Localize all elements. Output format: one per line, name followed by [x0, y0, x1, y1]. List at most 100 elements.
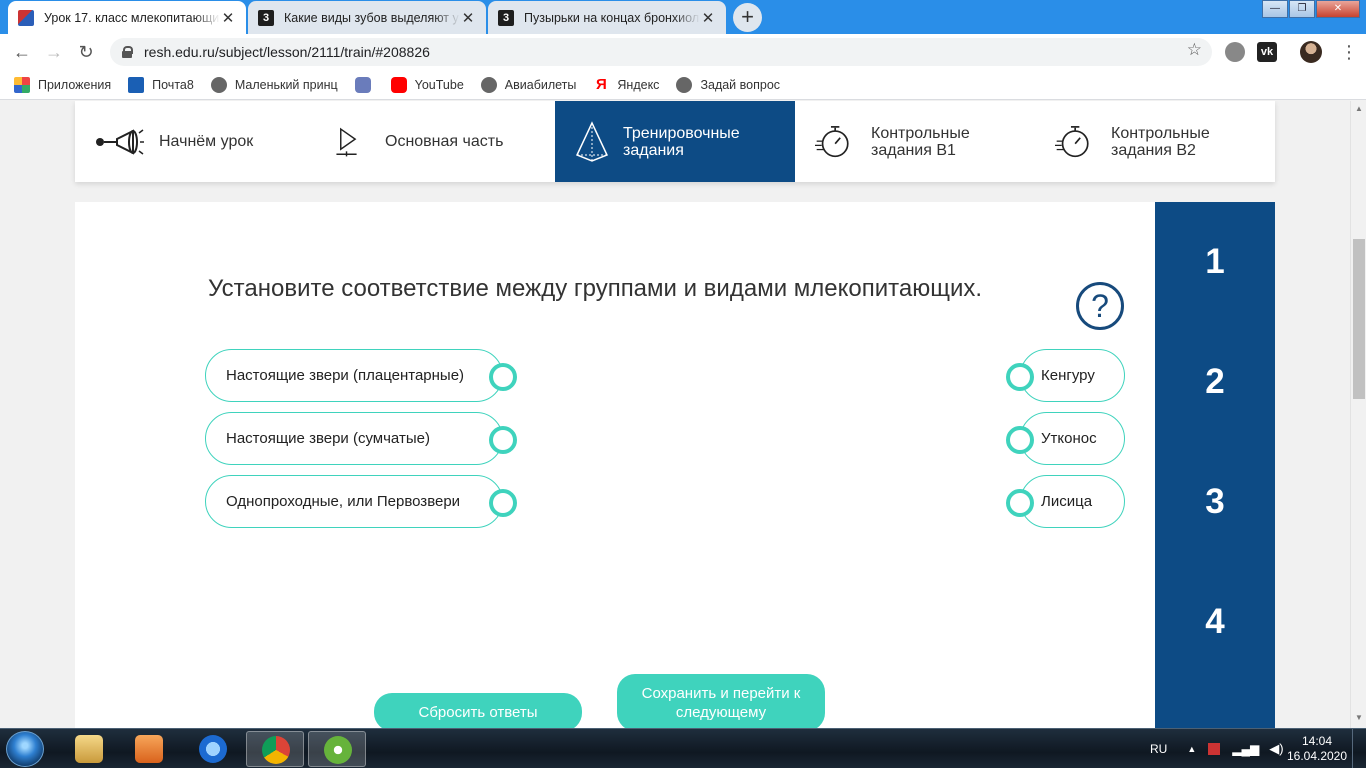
tab-title: Урок 17. класс млекопитающие [44, 10, 220, 25]
profile-avatar[interactable] [1300, 41, 1322, 63]
match-right-item[interactable]: Лисица [1020, 475, 1125, 528]
browser-toolbar: ← → ↻ resh.edu.ru/subject/lesson/2111/tr… [0, 34, 1366, 70]
clock-time: 14:04 [1301, 734, 1333, 748]
vk-icon[interactable]: vk [1257, 42, 1277, 62]
chrome-icon [262, 736, 290, 764]
globe-icon [480, 76, 497, 93]
bookmark-yandex[interactable]: Я Яндекс [593, 75, 659, 93]
nav-training-tasks[interactable]: Тренировочные задания [555, 101, 795, 182]
bookmark-ask-question[interactable]: Задай вопрос [676, 76, 780, 93]
stopwatch-icon [815, 125, 849, 157]
mail-icon [128, 76, 145, 93]
reload-icon[interactable]: ↻ [74, 40, 98, 64]
nav-control-tasks-b1[interactable]: Контрольные задания В1 [795, 101, 1035, 182]
bookmark-messages[interactable] [354, 76, 379, 93]
chat-icon [354, 76, 371, 93]
play-icon [336, 127, 357, 156]
nav-main-part[interactable]: Основная часть [315, 101, 555, 182]
folder-icon [75, 735, 103, 763]
bookmark-little-prince[interactable]: Маленький принц [210, 76, 338, 93]
maximize-button[interactable]: ❐ [1289, 0, 1315, 18]
stopwatch-icon [1055, 125, 1089, 157]
language-indicator[interactable]: RU [1150, 742, 1167, 756]
close-tab-icon[interactable]: ✕ [700, 9, 716, 27]
minimize-button[interactable]: — [1262, 0, 1288, 18]
new-tab-button[interactable]: + [733, 3, 762, 32]
action-center-icon[interactable] [1208, 743, 1221, 755]
system-tray: RU ▲ ▂▄▆ ◀) [1150, 729, 1284, 768]
save-and-next-button[interactable]: Сохранить и перейти к следующему [617, 674, 825, 728]
znanija-icon: 3 [258, 9, 274, 26]
step-3[interactable]: 3 [1155, 482, 1275, 522]
bookmark-youtube[interactable]: YouTube [390, 76, 464, 93]
lock-icon [122, 46, 133, 58]
znanija-icon: 3 [498, 9, 514, 26]
page-content: Начнём урок Основная часть Тренировочные… [0, 101, 1350, 728]
nav-start-lesson[interactable]: Начнём урок [75, 101, 315, 182]
close-window-button[interactable]: ✕ [1316, 0, 1360, 18]
start-button[interactable] [6, 731, 44, 767]
match-left-connector[interactable] [489, 363, 517, 391]
tab-bronchioles-question[interactable]: 3 Пузырьки на концах бронхиол ✕ [488, 1, 726, 34]
tab-title: Пузырьки на концах бронхиол [524, 10, 700, 25]
scrollbar-thumb[interactable] [1353, 239, 1365, 399]
match-right-connector[interactable] [1006, 363, 1034, 391]
page-scrollbar[interactable]: ▲ ▼ [1350, 101, 1366, 728]
taskbar-internet-explorer[interactable] [184, 731, 242, 767]
task-question: Установите соответствие между группами и… [208, 275, 983, 302]
match-left-item[interactable]: Однопроходные, или Первозвери [205, 475, 503, 528]
match-right-connector[interactable] [1006, 489, 1034, 517]
back-arrow-icon[interactable]: ← [10, 40, 34, 64]
extension-icon[interactable] [1225, 42, 1245, 62]
bookmark-apps[interactable]: Приложения [14, 76, 111, 93]
bookmark-flights[interactable]: Авиабилеты [480, 76, 576, 93]
pyramid-icon [575, 120, 609, 162]
reset-answers-button[interactable]: Сбросить ответы [374, 693, 582, 728]
close-tab-icon[interactable]: ✕ [460, 9, 476, 27]
match-left-connector[interactable] [489, 426, 517, 454]
window-controls: — ❐ ✕ [1261, 0, 1360, 18]
match-right-item[interactable]: Утконос [1020, 412, 1125, 465]
clock[interactable]: 14:04 16.04.2020 [1286, 734, 1348, 764]
tab-lesson-17[interactable]: Урок 17. класс млекопитающие ✕ [8, 1, 246, 34]
address-bar[interactable]: resh.edu.ru/subject/lesson/2111/train/#2… [110, 38, 1212, 66]
network-icon[interactable]: ▂▄▆ [1232, 742, 1259, 756]
yandex-icon: Я [596, 75, 607, 93]
scroll-down-icon[interactable]: ▼ [1355, 713, 1363, 722]
step-4[interactable]: 4 [1155, 602, 1275, 642]
tab-teeth-question[interactable]: 3 Какие виды зубов выделяют у м ✕ [248, 1, 486, 34]
step-1[interactable]: 1 [1155, 242, 1275, 282]
match-right-item[interactable]: Кенгуру [1020, 349, 1125, 402]
scroll-up-icon[interactable]: ▲ [1355, 104, 1363, 113]
utorrent-icon [324, 736, 352, 764]
forward-arrow-icon[interactable]: → [42, 40, 66, 64]
tab-title: Какие виды зубов выделяют у м [284, 10, 460, 25]
taskbar-chrome[interactable] [246, 731, 304, 767]
apps-grid-icon [14, 76, 30, 93]
bookmark-mail[interactable]: Почта8 [128, 76, 194, 93]
match-left-item[interactable]: Настоящие звери (сумчатые) [205, 412, 503, 465]
match-right-connector[interactable] [1006, 426, 1034, 454]
show-desktop-button[interactable] [1352, 729, 1366, 768]
match-left-item[interactable]: Настоящие звери (плацентарные) [205, 349, 503, 402]
nav-control-tasks-b2[interactable]: Контрольные задания В2 [1035, 101, 1275, 182]
media-player-icon [135, 735, 163, 763]
windows-taskbar: RU ▲ ▂▄▆ ◀) 14:04 16.04.2020 [0, 728, 1366, 768]
step-2[interactable]: 2 [1155, 362, 1275, 402]
resh-icon [18, 9, 34, 26]
match-left-connector[interactable] [489, 489, 517, 517]
youtube-icon [390, 76, 407, 93]
clock-date: 16.04.2020 [1286, 749, 1348, 763]
volume-icon[interactable]: ◀) [1269, 741, 1283, 757]
globe-icon [210, 76, 227, 93]
tray-expand-icon[interactable]: ▲ [1187, 744, 1196, 754]
bookmark-star-icon[interactable]: ☆ [1187, 40, 1202, 60]
browser-menu-icon[interactable]: ⋮ [1340, 40, 1358, 64]
megaphone-icon [96, 128, 144, 155]
close-tab-icon[interactable]: ✕ [220, 9, 236, 27]
help-button[interactable]: ? [1076, 282, 1124, 330]
task-card: Установите соответствие между группами и… [75, 202, 1155, 728]
taskbar-utorrent[interactable] [308, 731, 366, 767]
taskbar-media-player[interactable] [120, 731, 178, 767]
taskbar-explorer[interactable] [60, 731, 118, 767]
